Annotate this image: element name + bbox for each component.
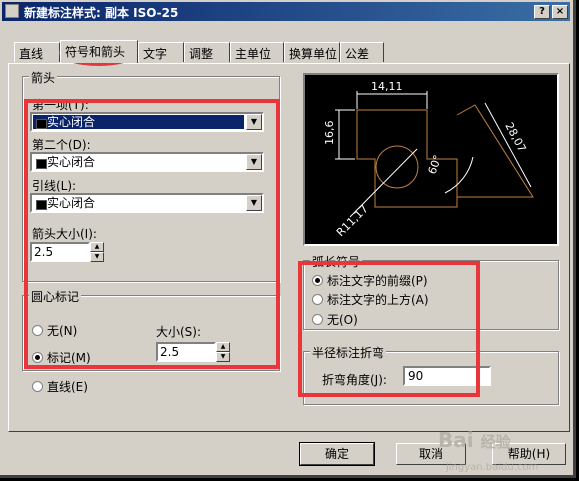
- arc-above-label: 标注文字的上方(A): [327, 293, 429, 307]
- preview-canvas: 14,11 16,6 28,07 60° R11,17: [303, 73, 559, 246]
- second-arrow-value: 实心闭合: [33, 155, 244, 169]
- watermark-brand: Bai: [438, 428, 474, 452]
- center-marks-group-title: 圆心标记: [29, 288, 82, 305]
- center-mark-label: 标记(M): [47, 351, 91, 365]
- preview-drawing: 14,11 16,6 28,07 60° R11,17: [323, 80, 534, 239]
- arc-none-radio[interactable]: 无(O): [312, 311, 358, 328]
- tab-text[interactable]: 文字: [138, 42, 184, 62]
- jog-angle-label: 折弯角度(J):: [322, 373, 387, 387]
- first-arrow-text: 实心闭合: [47, 115, 96, 129]
- arc-none-label: 无(O): [327, 313, 358, 327]
- tab-lines[interactable]: 直线: [14, 42, 60, 62]
- radius-jog-group-title: 半径标注折弯: [310, 344, 387, 361]
- preview-dim-right: 28,07: [502, 120, 528, 154]
- arc-prefix-radio[interactable]: 标注文字的前缀(P): [312, 272, 428, 289]
- preview-dim-angle: 60°: [426, 153, 445, 176]
- center-size-spinner[interactable]: 2.5 ▲ ▼: [156, 342, 232, 362]
- leader-arrow-value: 实心闭合: [33, 196, 244, 210]
- leader-arrow-select[interactable]: 实心闭合 ▼: [30, 193, 264, 213]
- first-arrow-label: 第一项(T):: [32, 98, 89, 112]
- ok-button[interactable]: 确定: [299, 442, 375, 466]
- first-arrow-select[interactable]: 实心闭合 ▼: [30, 112, 264, 132]
- leader-arrow-text: 实心闭合: [47, 196, 96, 210]
- radio-off-icon: [32, 381, 43, 392]
- radio-off-icon: [32, 325, 43, 336]
- leader-arrow-label: 引线(L):: [32, 179, 77, 193]
- chevron-down-icon[interactable]: ▼: [246, 195, 262, 211]
- tab-fit[interactable]: 调整: [184, 42, 230, 62]
- center-size-label: 大小(S):: [156, 325, 202, 339]
- center-none-radio[interactable]: 无(N): [32, 322, 77, 339]
- radio-off-icon: [312, 294, 323, 305]
- arrowheads-group-title: 箭头: [29, 69, 58, 86]
- app-icon: [5, 4, 19, 18]
- arc-prefix-label: 标注文字的前缀(P): [327, 274, 428, 288]
- preview-center-circle: [375, 145, 419, 189]
- radio-on-icon: [312, 275, 323, 286]
- tab-alternate-units[interactable]: 换算单位: [284, 42, 340, 62]
- preview-dim-left: 16,6: [323, 121, 336, 146]
- center-none-label: 无(N): [47, 324, 78, 338]
- preview-dim-radius: R11,17: [334, 202, 371, 239]
- close-button[interactable]: ×: [552, 5, 568, 19]
- tab-primary-units[interactable]: 主单位: [230, 42, 284, 62]
- dimension-style-dialog: 新建标注样式: 副本 ISO-25 ? × 直线 符号和箭头 文字 调整 主单位…: [0, 0, 576, 478]
- spin-down-icon[interactable]: ▼: [216, 352, 230, 362]
- arrow-swatch-icon: [36, 159, 47, 169]
- tab-tolerances[interactable]: 公差: [340, 42, 384, 62]
- first-arrow-value: 实心闭合: [33, 115, 244, 129]
- arrow-size-spinner[interactable]: 2.5 ▲ ▼: [30, 242, 106, 262]
- radio-on-icon: [32, 352, 43, 363]
- center-mark-radio[interactable]: 标记(M): [32, 349, 91, 366]
- watermark-logo: Bai 经验: [438, 428, 511, 452]
- spin-up-icon[interactable]: ▲: [90, 242, 104, 252]
- arc-length-group-title: 弧长符号: [310, 253, 363, 270]
- watermark-url: jingyan.baidu.com: [446, 462, 539, 473]
- jog-angle-input[interactable]: 90: [403, 366, 491, 386]
- center-line-radio[interactable]: 直线(E): [32, 378, 88, 395]
- second-arrow-text: 实心闭合: [47, 155, 96, 169]
- help-title-button[interactable]: ?: [534, 5, 550, 19]
- arrow-size-label: 箭头大小(I):: [32, 227, 97, 241]
- chevron-down-icon[interactable]: ▼: [246, 154, 262, 170]
- watermark-brand2: 经验: [480, 433, 511, 451]
- radio-off-icon: [312, 314, 323, 325]
- center-line-label: 直线(E): [47, 380, 88, 394]
- arrow-size-input[interactable]: 2.5: [30, 242, 90, 262]
- tab-symbols-arrows[interactable]: 符号和箭头: [60, 40, 138, 63]
- spin-up-icon[interactable]: ▲: [216, 342, 230, 352]
- spin-down-icon[interactable]: ▼: [90, 252, 104, 262]
- jog-angle-value[interactable]: 90: [406, 369, 488, 383]
- second-arrow-select[interactable]: 实心闭合 ▼: [30, 152, 264, 172]
- second-arrow-label: 第二个(D):: [32, 138, 91, 152]
- arrow-swatch-icon: [36, 200, 47, 210]
- arrow-swatch-icon: [36, 119, 47, 129]
- chevron-down-icon[interactable]: ▼: [246, 114, 262, 130]
- arc-above-radio[interactable]: 标注文字的上方(A): [312, 291, 429, 308]
- center-size-input[interactable]: 2.5: [156, 342, 216, 362]
- title-bar[interactable]: 新建标注样式: 副本 ISO-25 ? ×: [2, 2, 570, 21]
- window-title: 新建标注样式: 副本 ISO-25: [24, 6, 179, 20]
- preview-dim-top: 14,11: [371, 80, 403, 93]
